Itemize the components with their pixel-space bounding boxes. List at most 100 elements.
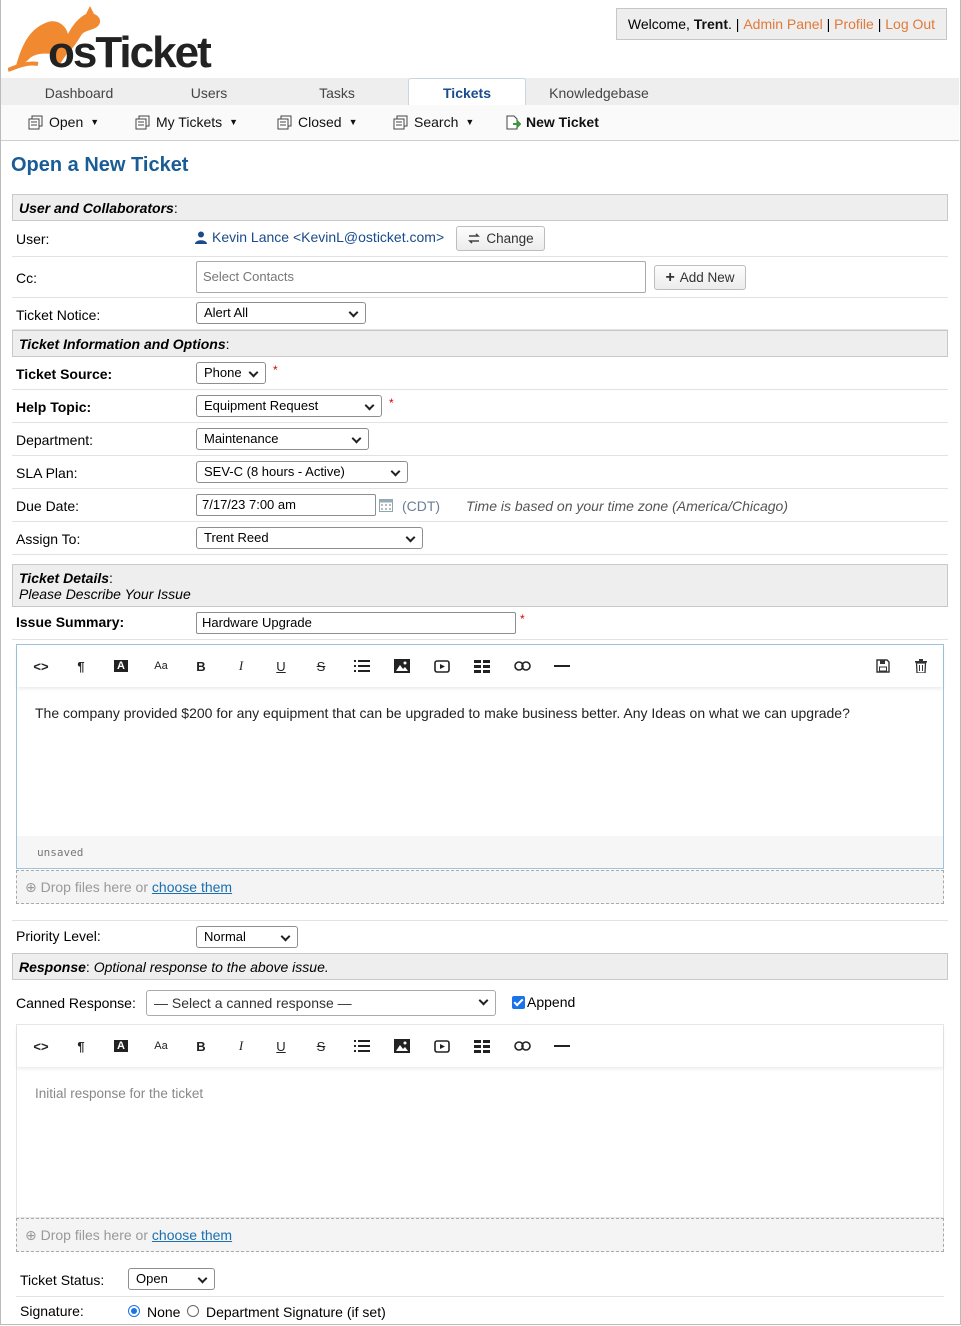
font-size-icon[interactable]: Aa	[152, 658, 170, 674]
tab-knowledgebase[interactable]: Knowledgebase	[537, 78, 661, 105]
strikethrough-icon[interactable]: S	[312, 658, 330, 674]
change-user-button[interactable]: Change	[456, 226, 545, 251]
underline-icon[interactable]: U	[272, 1038, 290, 1054]
help-topic-row: Help Topic: Equipment Request *	[12, 390, 948, 423]
new-ticket-link[interactable]: New Ticket	[505, 105, 599, 140]
sla-plan-select[interactable]: SEV-C (8 hours - Active)	[196, 461, 408, 483]
list-icon[interactable]	[353, 658, 371, 674]
caret-down-icon: ▼	[90, 117, 100, 127]
issue-summary-input[interactable]: Hardware Upgrade	[196, 612, 516, 634]
logout-link[interactable]: Log Out	[885, 16, 935, 32]
user-icon	[195, 231, 207, 244]
response-header: Response: Optional response to the above…	[12, 953, 948, 980]
ticket-status-row: Ticket Status: Open	[16, 1262, 944, 1297]
ticket-source-select[interactable]: Phone	[196, 362, 266, 384]
ticket-notice-select[interactable]: Alert All	[196, 302, 366, 324]
italic-icon[interactable]: I	[232, 1038, 250, 1054]
save-draft-icon[interactable]	[874, 658, 892, 674]
assign-to-select[interactable]: Trent Reed	[196, 527, 423, 549]
table-icon[interactable]	[473, 1038, 491, 1054]
trash-icon[interactable]	[912, 658, 930, 674]
italic-icon[interactable]: I	[232, 658, 250, 674]
video-icon[interactable]	[433, 1038, 451, 1054]
admin-panel-link[interactable]: Admin Panel	[743, 16, 822, 32]
required-marker: *	[273, 363, 278, 377]
signature-dept-radio[interactable]	[187, 1305, 199, 1317]
open-tickets-menu[interactable]: Open ▼	[28, 105, 99, 140]
horizontal-rule-icon[interactable]	[553, 658, 571, 674]
font-color-icon[interactable]: A	[112, 1038, 130, 1054]
tab-tasks[interactable]: Tasks	[277, 78, 397, 105]
choose-files-link[interactable]: choose them	[152, 1227, 232, 1243]
bold-icon[interactable]: B	[192, 1038, 210, 1054]
assign-to-label: Assign To:	[16, 531, 81, 547]
profile-link[interactable]: Profile	[834, 16, 874, 32]
help-topic-select[interactable]: Equipment Request	[196, 395, 382, 417]
user-link[interactable]: Kevin Lance <KevinL@osticket.com>	[195, 229, 444, 245]
ticket-info-header: Ticket Information and Options:	[12, 330, 948, 357]
horizontal-rule-icon[interactable]	[553, 1038, 571, 1054]
signature-row: Signature: None Department Signature (if…	[16, 1297, 944, 1325]
paragraph-icon[interactable]: ¶	[72, 1038, 90, 1054]
link-icon[interactable]	[513, 658, 531, 674]
signature-none-radio[interactable]	[128, 1305, 140, 1317]
required-marker: *	[520, 612, 525, 626]
sla-plan-label: SLA Plan:	[16, 465, 78, 481]
attachments-dropzone[interactable]: ⊕ Drop files here or choose them	[16, 870, 944, 904]
department-select[interactable]: Maintenance	[196, 428, 369, 450]
priority-label: Priority Level:	[16, 928, 101, 944]
user-row: User: Kevin Lance <KevinL@osticket.com> …	[12, 221, 948, 257]
due-date-input[interactable]: 7/17/23 7:00 am	[196, 494, 376, 516]
canned-response-select[interactable]: — Select a canned response —	[146, 990, 496, 1016]
editor-status-bar: unsaved	[17, 836, 943, 868]
response-attachments-dropzone[interactable]: ⊕ Drop files here or choose them	[16, 1218, 944, 1252]
calendar-icon[interactable]	[379, 499, 393, 512]
my-tickets-menu[interactable]: My Tickets ▼	[135, 105, 238, 140]
main-nav: Dashboard Users Tasks Tickets Knowledgeb…	[1, 78, 959, 106]
image-icon[interactable]	[393, 1038, 411, 1054]
response-placeholder: Initial response for the ticket	[35, 1086, 204, 1101]
append-label: Append	[527, 994, 576, 1010]
help-topic-label: Help Topic:	[16, 399, 92, 415]
timezone-note: Time is based on your time zone (America…	[466, 498, 789, 514]
tab-dashboard[interactable]: Dashboard	[19, 78, 139, 105]
required-marker: *	[389, 396, 394, 410]
html-code-icon[interactable]: <>	[32, 658, 50, 674]
welcome-user: Trent	[693, 16, 729, 32]
sla-plan-row: SLA Plan: SEV-C (8 hours - Active)	[12, 456, 948, 489]
video-icon[interactable]	[433, 658, 451, 674]
tab-users[interactable]: Users	[149, 78, 269, 105]
tab-tickets[interactable]: Tickets	[408, 78, 526, 106]
paragraph-icon[interactable]: ¶	[72, 658, 90, 674]
add-new-contact-button[interactable]: + Add New	[654, 265, 746, 290]
cc-contacts-input[interactable]: Select Contacts	[196, 261, 646, 293]
ost-logo[interactable]: osTicket	[7, 4, 218, 77]
message-editor[interactable]: <> ¶ A Aa B I U S The company provided $…	[16, 644, 944, 869]
user-label: User:	[16, 231, 50, 247]
tickets-icon	[277, 115, 292, 130]
bold-icon[interactable]: B	[192, 658, 210, 674]
message-body-text: The company provided $200 for any equipm…	[35, 705, 850, 721]
search-menu[interactable]: Search ▼	[393, 105, 474, 140]
ticket-notice-label: Ticket Notice:	[16, 307, 101, 323]
priority-row: Priority Level: Normal	[12, 920, 948, 954]
response-editor[interactable]: <> ¶ A Aa B I U S Initial response for t…	[16, 1024, 944, 1218]
html-code-icon[interactable]: <>	[32, 1038, 50, 1054]
image-icon[interactable]	[393, 658, 411, 674]
welcome-box: Welcome, Trent. | Admin Panel | Profile …	[616, 8, 947, 40]
append-checkbox[interactable]	[512, 996, 525, 1009]
link-icon[interactable]	[513, 1038, 531, 1054]
unsaved-indicator: unsaved	[37, 846, 84, 859]
font-color-icon[interactable]: A	[112, 658, 130, 674]
priority-select[interactable]: Normal	[196, 926, 298, 948]
closed-tickets-menu[interactable]: Closed ▼	[277, 105, 358, 140]
font-size-icon[interactable]: Aa	[152, 1038, 170, 1054]
ticket-status-select[interactable]: Open	[128, 1268, 215, 1290]
editor-toolbar: <> ¶ A Aa B I U S	[17, 645, 943, 687]
table-icon[interactable]	[473, 658, 491, 674]
strikethrough-icon[interactable]: S	[312, 1038, 330, 1054]
issue-summary-row: Issue Summary: Hardware Upgrade *	[12, 607, 948, 640]
list-icon[interactable]	[353, 1038, 371, 1054]
choose-files-link[interactable]: choose them	[152, 879, 232, 895]
underline-icon[interactable]: U	[272, 658, 290, 674]
